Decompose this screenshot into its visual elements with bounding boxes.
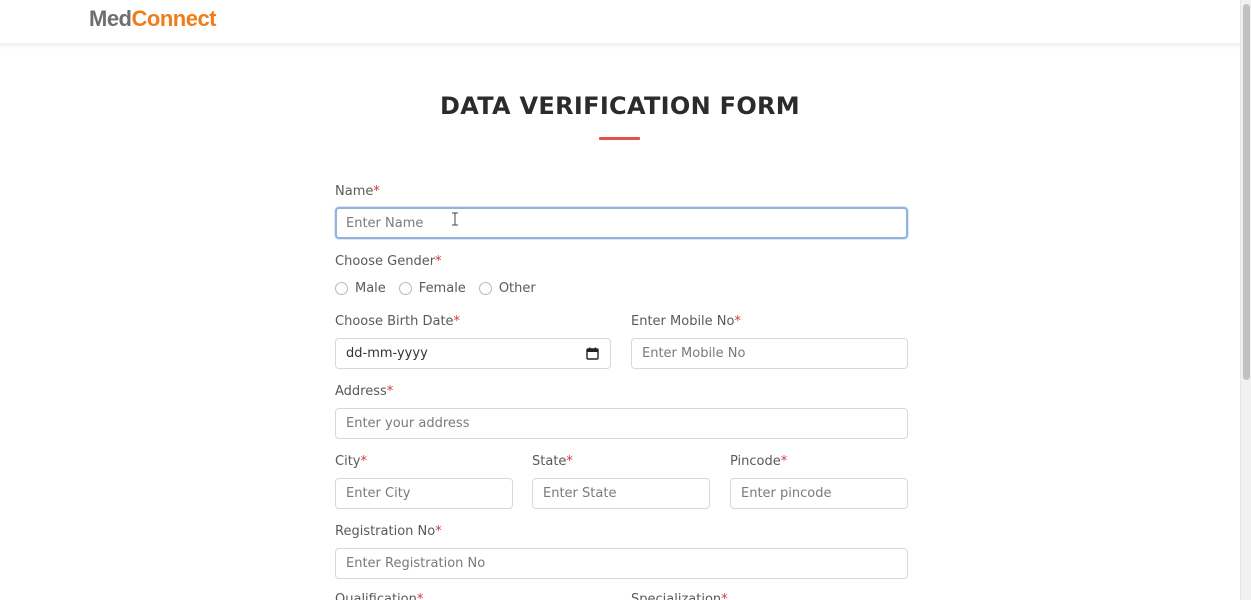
radio-button[interactable] [398, 281, 412, 295]
required-marker: * [416, 592, 424, 600]
qualification-label-text: Qualification [335, 592, 417, 600]
brand-logo-part1: Med [89, 6, 132, 31]
calendar-icon[interactable] [586, 347, 599, 360]
gender-option-female[interactable]: Female [398, 280, 466, 296]
gender-radio-group: Male Female Other [335, 280, 549, 296]
pincode-input[interactable] [730, 478, 908, 509]
required-marker: * [780, 454, 788, 469]
name-label: Name* [335, 184, 380, 199]
birth-date-label-text: Choose Birth Date [335, 314, 454, 329]
name-input[interactable] [335, 207, 908, 239]
qualification-label: Qualification* [335, 592, 423, 600]
required-marker: * [386, 384, 394, 399]
pincode-label: Pincode* [730, 454, 787, 469]
top-navbar: MedConnect [0, 0, 1240, 44]
page-scrollbar[interactable] [1240, 0, 1251, 600]
radio-button[interactable] [478, 281, 492, 295]
birth-date-label: Choose Birth Date* [335, 314, 460, 329]
title-underline [599, 137, 640, 140]
address-label: Address* [335, 384, 393, 399]
city-input[interactable] [335, 478, 513, 509]
radio-label: Other [498, 280, 536, 296]
city-label: City* [335, 454, 367, 469]
birth-date-value: dd-mm-yyyy [346, 346, 428, 361]
page: MedConnect DATA VERIFICATION FORM Name* … [0, 0, 1251, 600]
state-input[interactable] [532, 478, 710, 509]
scrollbar-thumb[interactable] [1243, 4, 1250, 380]
city-label-text: City [335, 454, 361, 469]
specialization-label: Specialization* [631, 592, 728, 600]
mobile-label-text: Enter Mobile No [631, 314, 735, 329]
gender-label: Choose Gender* [335, 254, 442, 269]
form-title: DATA VERIFICATION FORM [439, 92, 800, 120]
birth-date-input[interactable]: dd-mm-yyyy [335, 338, 611, 369]
gender-option-other[interactable]: Other [478, 280, 536, 296]
required-marker: * [373, 184, 380, 199]
text-cursor-icon [452, 212, 458, 226]
required-marker: * [721, 592, 728, 600]
required-marker: * [435, 254, 442, 269]
gender-label-text: Choose Gender [335, 254, 436, 269]
registration-label-text: Registration No [335, 524, 436, 539]
pincode-label-text: Pincode [730, 454, 781, 469]
brand-logo[interactable]: MedConnect [89, 6, 216, 32]
brand-logo-part2: Connect [131, 6, 217, 31]
radio-label: Female [418, 280, 466, 296]
address-input[interactable] [335, 408, 908, 439]
radio-label: Male [355, 280, 386, 296]
registration-input[interactable] [335, 548, 908, 579]
state-label-text: State [532, 454, 567, 469]
radio-button[interactable] [335, 281, 348, 295]
required-marker: * [360, 454, 367, 469]
specialization-label-text: Specialization [631, 592, 722, 600]
required-marker: * [453, 314, 461, 329]
name-label-text: Name [335, 184, 374, 199]
required-marker: * [734, 314, 741, 329]
state-label: State* [532, 454, 573, 469]
mobile-input[interactable] [631, 338, 908, 369]
required-marker: * [435, 524, 442, 539]
registration-label: Registration No* [335, 524, 442, 539]
address-label-text: Address [335, 384, 387, 399]
gender-option-male[interactable]: Male [335, 281, 386, 296]
mobile-label: Enter Mobile No* [631, 314, 741, 329]
required-marker: * [566, 454, 573, 469]
